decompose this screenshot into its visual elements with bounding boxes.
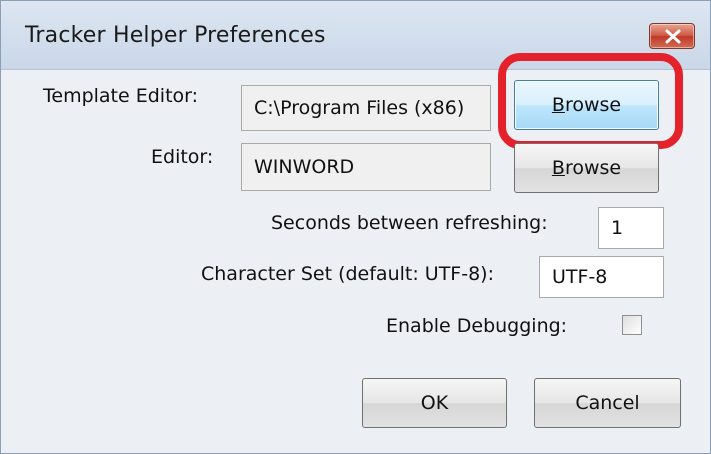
charset-label: Character Set (default: UTF-8):: [201, 263, 494, 285]
template-editor-label: Template Editor:: [43, 85, 199, 107]
window-title: Tracker Helper Preferences: [25, 23, 326, 48]
template-editor-path-field[interactable]: C:\Program Files (x86): [241, 85, 491, 131]
refresh-interval-input[interactable]: 1: [598, 207, 664, 249]
highlight-annotation: [498, 53, 683, 149]
debugging-label: Enable Debugging:: [386, 315, 568, 337]
preferences-dialog: Tracker Helper Preferences Template Edit…: [0, 0, 711, 454]
ok-button[interactable]: OK: [362, 378, 507, 428]
editor-browse-rest: rowse: [564, 157, 622, 179]
close-icon: [665, 29, 681, 44]
editor-browse-button[interactable]: Browse: [514, 143, 659, 193]
close-button[interactable]: [649, 23, 695, 49]
charset-input[interactable]: UTF-8: [539, 256, 664, 298]
refresh-interval-label: Seconds between refreshing:: [271, 212, 548, 234]
editor-path-field[interactable]: WINWORD: [241, 143, 491, 191]
editor-label: Editor:: [151, 146, 214, 168]
editor-browse-accel: B: [551, 157, 565, 179]
debugging-checkbox[interactable]: [622, 315, 642, 335]
cancel-button[interactable]: Cancel: [534, 378, 681, 428]
